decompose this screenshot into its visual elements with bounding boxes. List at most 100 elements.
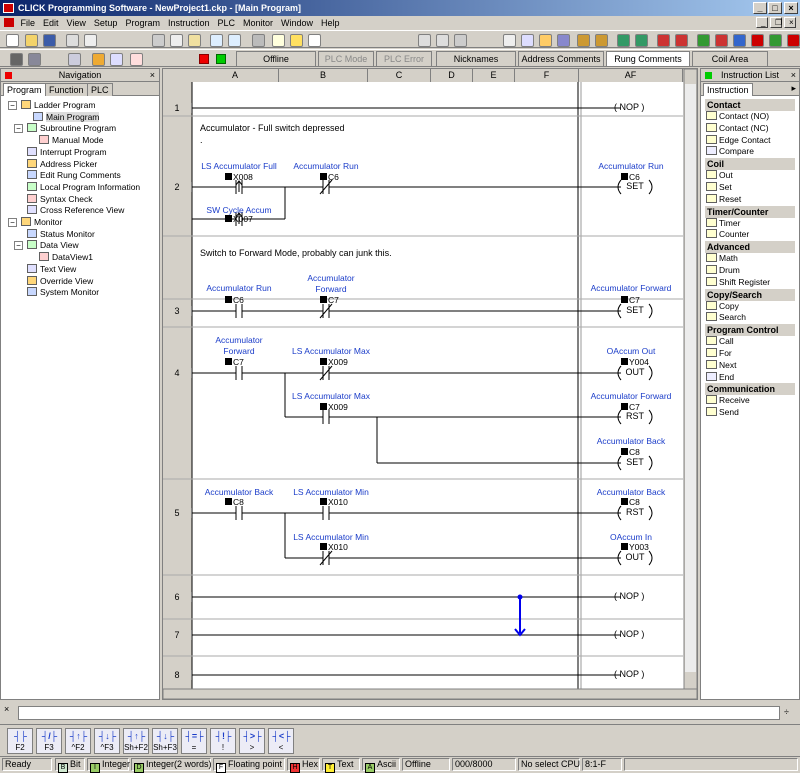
tree-item[interactable]: Syntax Check xyxy=(27,193,92,205)
instruction-item[interactable]: For xyxy=(706,348,796,359)
zoom-icon[interactable] xyxy=(454,34,467,47)
column-header[interactable]: F xyxy=(515,69,579,82)
column-header[interactable]: E xyxy=(473,69,515,82)
mdi-restore-button[interactable]: ❐ xyxy=(770,17,782,28)
zoom-out-icon[interactable] xyxy=(436,34,449,47)
plc-icon[interactable] xyxy=(787,34,800,47)
menu-plc[interactable]: PLC xyxy=(213,16,239,30)
copy-icon[interactable] xyxy=(170,34,183,47)
instruction-item[interactable]: Contact (NO) xyxy=(706,111,796,122)
function-key-button[interactable]: ┤!├! xyxy=(210,728,236,754)
rung-number[interactable]: 5 xyxy=(163,508,192,518)
column-header[interactable]: C xyxy=(368,69,431,82)
pointer-icon[interactable] xyxy=(308,34,321,47)
maximize-button[interactable]: □ xyxy=(768,2,782,14)
cut-icon[interactable] xyxy=(152,34,165,47)
instruction-item[interactable]: Math xyxy=(706,253,796,264)
check-icon[interactable] xyxy=(92,53,105,66)
tree-item[interactable]: Edit Rung Comments xyxy=(27,170,121,181)
plc-run-icon[interactable] xyxy=(769,34,782,47)
tree-collapse-icon[interactable]: − xyxy=(8,101,17,110)
coil-area-toggle[interactable]: Coil Area xyxy=(692,51,768,67)
instruction-item[interactable]: Receive xyxy=(706,395,796,406)
data-view-icon[interactable] xyxy=(733,34,746,47)
read-plc-icon[interactable] xyxy=(595,34,608,47)
tab-function[interactable]: Function xyxy=(45,83,88,96)
menu-window[interactable]: Window xyxy=(277,16,317,30)
menu-view[interactable]: View xyxy=(63,16,90,30)
rung-number[interactable]: 8 xyxy=(163,670,192,680)
redo-icon[interactable] xyxy=(228,34,241,47)
stop-icon[interactable] xyxy=(557,34,570,47)
instruction-item[interactable]: Out xyxy=(706,170,796,181)
open-icon[interactable] xyxy=(25,34,38,47)
save-icon[interactable] xyxy=(43,34,56,47)
function-key-button[interactable]: ┤↓├ ^F3 xyxy=(94,728,120,754)
instruction-item[interactable]: Search xyxy=(706,312,796,323)
instruction-item[interactable]: Counter xyxy=(706,229,796,240)
rung-number[interactable]: 7 xyxy=(163,630,192,640)
tree-item[interactable]: Monitor xyxy=(21,217,62,228)
menu-help[interactable]: Help xyxy=(317,16,344,30)
grid-icon[interactable] xyxy=(28,53,41,66)
write-plc-icon[interactable] xyxy=(577,34,590,47)
instruction-item[interactable]: Shift Register xyxy=(706,276,796,288)
rung-number[interactable]: 2 xyxy=(163,182,192,192)
function-key-button[interactable]: ┤>├ > xyxy=(239,728,265,754)
column-header[interactable]: A xyxy=(192,69,279,82)
instruction-item[interactable]: Contact (NC) xyxy=(706,122,796,134)
tree-item[interactable]: DataView1 xyxy=(39,252,93,263)
new-icon[interactable] xyxy=(6,34,19,47)
menu-instruction[interactable]: Instruction xyxy=(164,16,214,30)
print-icon[interactable] xyxy=(66,34,79,47)
monitor-icon[interactable] xyxy=(697,34,710,47)
menu-edit[interactable]: Edit xyxy=(39,16,63,30)
address-comments-toggle[interactable]: Address Comments xyxy=(518,51,604,67)
menu-monitor[interactable]: Monitor xyxy=(239,16,277,30)
function-key-button[interactable]: ┤<├ < xyxy=(268,728,294,754)
wand-icon[interactable] xyxy=(503,34,516,47)
tab-program[interactable]: Program xyxy=(3,83,46,96)
tree-item[interactable]: Local Program Information xyxy=(27,181,140,193)
instruction-item[interactable]: Send xyxy=(706,407,796,418)
menu-program[interactable]: Program xyxy=(121,16,164,30)
tree-item[interactable]: System Monitor xyxy=(27,287,99,298)
rung-number[interactable]: 3 xyxy=(163,306,192,316)
highlight-icon[interactable] xyxy=(290,34,303,47)
close-button[interactable]: × xyxy=(784,2,798,14)
upload-icon[interactable] xyxy=(657,34,670,47)
print-preview-icon[interactable] xyxy=(84,34,97,47)
tree-item[interactable]: Text View xyxy=(27,263,76,275)
project-icon[interactable] xyxy=(110,53,123,66)
function-key-button[interactable]: ┤↑├ Sh+F2 xyxy=(123,728,149,754)
column-header[interactable]: AF xyxy=(579,69,683,82)
instruction-item[interactable]: Timer xyxy=(706,217,796,229)
zoom-in-icon[interactable] xyxy=(418,34,431,47)
tree-collapse-icon[interactable]: − xyxy=(14,241,23,251)
address-icon[interactable] xyxy=(68,53,81,66)
instruction-item[interactable]: Set xyxy=(706,182,796,193)
cursor-dot[interactable] xyxy=(517,594,523,600)
rung-number[interactable]: 1 xyxy=(163,103,192,113)
tree-item[interactable]: Override View xyxy=(27,275,93,287)
mdi-minimize-button[interactable]: _ xyxy=(756,17,768,28)
menu-setup[interactable]: Setup xyxy=(90,16,122,30)
connect-icon[interactable] xyxy=(617,34,630,47)
instruction-item[interactable]: Call xyxy=(706,336,796,347)
tree-item[interactable]: Address Picker xyxy=(27,158,97,170)
layout-icon[interactable] xyxy=(10,53,23,66)
paste-icon[interactable] xyxy=(188,34,201,47)
nicknames-toggle[interactable]: Nicknames xyxy=(436,51,516,67)
instruction-item[interactable]: Edge Contact xyxy=(706,134,796,146)
instruction-item[interactable]: Compare xyxy=(706,146,796,157)
timer-icon[interactable] xyxy=(521,34,534,47)
pencil-icon[interactable] xyxy=(272,34,285,47)
tree-item[interactable]: Manual Mode xyxy=(39,135,104,146)
output-scroll-icon[interactable]: ÷ xyxy=(784,707,789,717)
rung-comments-toggle[interactable]: Rung Comments xyxy=(606,51,690,67)
disconnect-icon[interactable] xyxy=(635,34,648,47)
tree-collapse-icon[interactable]: − xyxy=(8,218,17,227)
function-key-button[interactable]: ┤├ F2 xyxy=(7,728,33,754)
function-key-button[interactable]: ┤/├ F3 xyxy=(36,728,62,754)
rung-number[interactable]: 4 xyxy=(163,368,192,378)
